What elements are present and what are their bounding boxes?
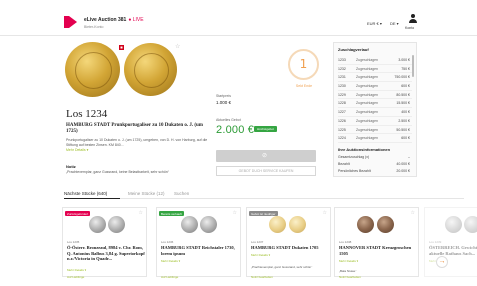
countdown-value: 1 — [299, 57, 308, 71]
card-lot-number: Los 1238 — [339, 240, 352, 244]
panel-heading: Zuschlagverlauf — [338, 47, 369, 52]
bid-button[interactable]: ⊘ — [216, 150, 316, 162]
lot-image-gallery[interactable] — [62, 42, 202, 100]
card-lot-number: Los 1236 — [161, 240, 174, 244]
status-badge: Bereits verkauft — [159, 211, 184, 216]
countdown-timer: 1 — [288, 49, 319, 80]
coin-image — [464, 216, 477, 233]
favorite-icon[interactable]: ☆ — [233, 210, 237, 216]
favorite-icon[interactable]: ☆ — [139, 210, 143, 216]
note-text: „Prachtexemplar, ganz Gussrand, keine Be… — [66, 170, 169, 174]
user-icon[interactable] — [409, 14, 417, 23]
favorite-icon[interactable]: ☆ — [411, 210, 415, 216]
account-subtitle[interactable]: Bieter-Konto — [84, 25, 103, 29]
note-heading: Notiz — [66, 164, 76, 169]
card-note: „Prachtexemplar, ganz Gussrand, sehr sch… — [251, 265, 313, 269]
hammer-history-list[interactable]: 1233 Zugeschlagen 3.000 € 1232 Zugeschlagen… — [338, 56, 412, 143]
coin-image — [377, 216, 394, 233]
coin-reverse-image[interactable] — [124, 43, 177, 96]
start-price-label: Startpreis — [216, 94, 231, 98]
prebid-button[interactable]: GEBOT DUCH SERVICE KAUFEN — [216, 166, 316, 176]
list-item: 1233 Zugeschlagen 3.000 € — [338, 56, 412, 65]
coin-image — [289, 216, 306, 233]
status-badge: Gebot ist niedriger — [249, 211, 278, 216]
user-label[interactable]: Konto — [405, 26, 414, 30]
list-item: 1230 Zugeschlagen 600 € — [338, 82, 412, 91]
card-more-link[interactable]: Mehr Details ▾ — [251, 253, 270, 257]
lot-card[interactable]: Los 1239 ÖSTERREICH. Gewicht aktuelle Ra… — [424, 207, 477, 277]
list-item: 1225 Zugeschlagen 50.500 € — [338, 126, 412, 135]
list-item: 1232 Zugeschlagen 750 € — [338, 65, 412, 74]
card-title: ÖSTERREICH. Gewicht aktuelle Rathaus Sac… — [429, 245, 477, 256]
card-more-link[interactable]: Mehr Details ▾ — [339, 259, 358, 263]
fee-row: Bezahlt 40.000 € — [338, 162, 410, 166]
list-item: 1231 Zugeschlagen 750.000 € — [338, 73, 412, 83]
auction-title: eLive Auction 381 ● LIVE — [84, 17, 144, 23]
card-lot-number: Los 1237 — [251, 240, 264, 244]
tab-next-items[interactable]: Nächste Stücke (640) — [64, 191, 107, 196]
lot-card[interactable]: Bereits verkauft ☆ Los 1236 HAMBURG STAD… — [156, 207, 241, 279]
currency-select[interactable]: EUR € ▾ — [367, 21, 382, 26]
lot-name: HAMBURG STADT Prunkportugaliser zu 10 Du… — [66, 123, 203, 134]
list-item: 1224 Zugeschlagen 600 € — [338, 134, 412, 143]
hamburg-flag-icon — [119, 45, 124, 50]
logo[interactable] — [64, 16, 77, 28]
coin-image — [89, 216, 106, 233]
more-details-link[interactable]: Mehr Details ▾ — [66, 148, 88, 152]
lot-description: Prunkportugaliser zu 10 Dukaten o. J. (u… — [66, 138, 208, 152]
favorite-icon[interactable]: ☆ — [323, 210, 327, 216]
lot-card[interactable]: Zurückgefordert ☆ Los 1235 Ö-Österr. Bro… — [62, 207, 147, 279]
fee-row: Gesamtzuschlag (x) – — [338, 155, 410, 159]
list-item: 1228 Zugeschlagen 15.500 € — [338, 99, 412, 109]
lot-title: Los 1234 — [66, 108, 108, 120]
card-lot-number: Los 1235 — [67, 240, 80, 244]
lot-card[interactable]: ☆ Los 1238 HANNOVER STADT Kreuzgroschen … — [334, 207, 419, 279]
card-favorite-link[interactable]: Auf Lieblinge — [161, 275, 178, 279]
card-note-link[interactable]: Notiz bearbeiten — [339, 275, 361, 279]
card-note: „Bala Ntuwe“ — [339, 269, 357, 273]
tab-bar: Nächste Stücke (640) Meine Stücke (12) S… — [64, 190, 464, 199]
card-note-link[interactable]: Notiz bearbeiten — [251, 275, 273, 279]
card-title: HAMBURG STADT Dukaten 1705 — [251, 245, 319, 250]
current-bid-label: Aktuelles Gebot — [216, 118, 241, 122]
scrollbar[interactable] — [412, 55, 414, 77]
coin-obverse-image[interactable] — [65, 42, 120, 97]
coin-image — [200, 216, 217, 233]
coin-image — [181, 216, 198, 233]
status-badge: Zurückgefordert — [65, 211, 91, 216]
current-bid-value: 2.000 € — [216, 124, 255, 136]
card-more-link[interactable]: Mehr Details ▾ — [67, 268, 86, 272]
list-item: 1229 Zugeschlagen 80.500 € — [338, 91, 412, 100]
card-title: Ö-Österr. Bronzeaul, 8984 v. Chr. Rom, Q… — [67, 245, 145, 261]
lot-card[interactable]: Gebot ist niedriger ☆ Los 1237 HAMBURG S… — [246, 207, 331, 279]
start-price-value: 1.000 € — [216, 100, 232, 105]
card-title: HANNOVER STADT Kreuzgroschen 1505 — [339, 245, 412, 256]
language-select[interactable]: DE ▾ — [390, 21, 399, 26]
coin-image — [108, 216, 125, 233]
favorite-icon[interactable]: ☆ — [175, 43, 180, 50]
carousel-next-arrow-icon[interactable]: → — [436, 256, 448, 268]
card-title: HAMBURG STADT Reichstaler 1730, lorem ip… — [161, 245, 235, 256]
coin-image — [269, 216, 286, 233]
coin-image — [445, 216, 462, 233]
active-tab-indicator — [64, 198, 120, 199]
bid-icon: ⊘ — [262, 153, 268, 159]
highest-bid-badge: Höchstgebot — [254, 126, 277, 132]
fees-heading: Ihre Auktionsinformationen — [338, 147, 391, 152]
list-item: 1227 Zugeschlagen 400 € — [338, 108, 412, 117]
list-item: 1226 Zugeschlagen 2.500 € — [338, 117, 412, 126]
tab-my-items[interactable]: Meine Stücke (12) — [128, 191, 165, 196]
tab-search[interactable]: Suchen — [174, 191, 189, 196]
fee-row: Persönliches Bezahlt 20.000 € — [338, 169, 410, 173]
card-more-link[interactable]: Mehr Details ▾ — [161, 259, 180, 263]
countdown-label: Sekt Ende — [295, 84, 313, 88]
coin-image — [357, 216, 374, 233]
header: eLive Auction 381 ● LIVE Bieter-Konto EUR… — [0, 0, 477, 36]
card-lot-number: Los 1239 — [429, 240, 442, 244]
card-favorite-link[interactable]: Auf Lieblinge — [67, 275, 84, 279]
hammer-history-panel: Zuschlagverlauf 1233 Zugeschlagen 3.000 € … — [333, 42, 417, 177]
live-badge: ● LIVE — [128, 17, 144, 23]
